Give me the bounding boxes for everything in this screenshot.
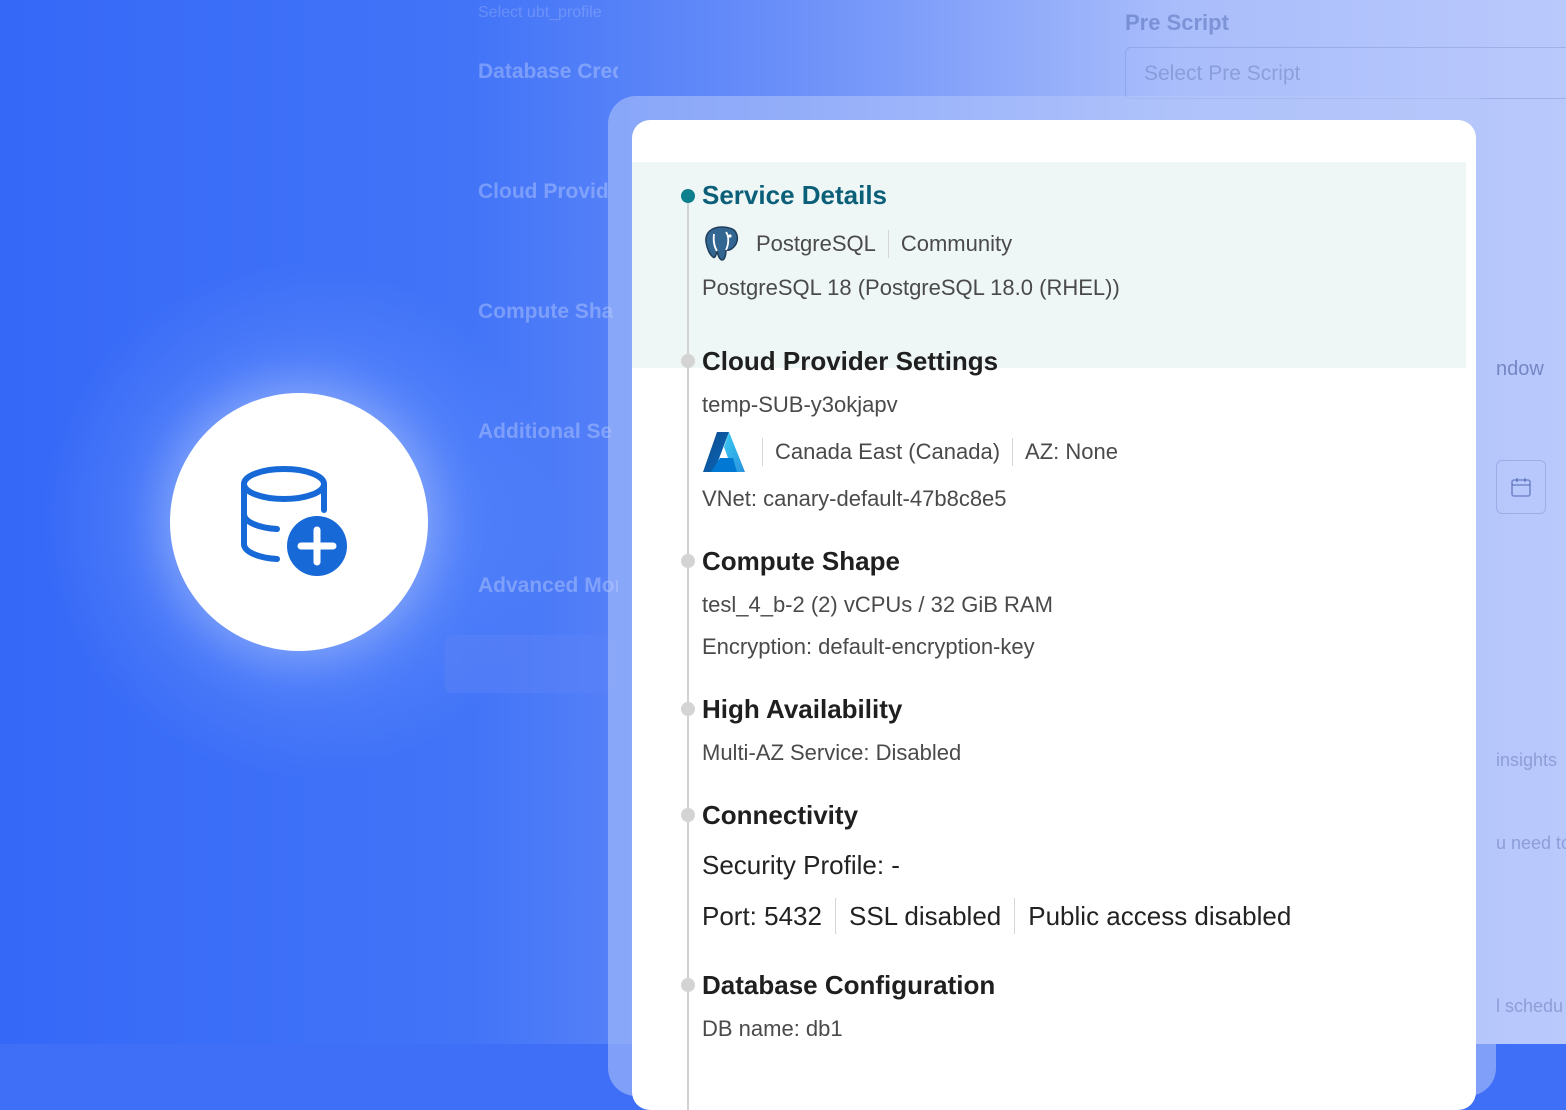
pre-script-label: Pre Script [1125,10,1229,35]
subscription: temp-SUB-y3okjapv [702,392,898,417]
divider [887,230,889,258]
connectivity-row: Port: 5432 SSL disabled Public access di… [702,896,1291,936]
ghost-heading: Advanced Moni [478,574,618,597]
ghost-heading: Compute Sha [478,300,614,323]
region: Canada East (Canada) [775,439,1001,464]
section-title: Connectivity [702,800,859,830]
ghost-heading: Database Credentials [478,60,618,83]
ghost-text: u need to [1496,833,1566,853]
azure-logo-icon [703,432,745,472]
ghost-text: l schedu [1496,996,1564,1016]
divider [834,898,836,934]
multi-az-status: Multi-AZ Service: Disabled [702,740,962,765]
availability-zone: AZ: None [1025,439,1118,464]
region-row: Canada East (Canada) AZ: None [702,430,1118,474]
ssl-status: SSL disabled [848,900,1002,931]
postgresql-logo-icon [705,226,739,261]
divider [762,438,763,466]
background-form-left: Select ubt_profile Database Credentials … [478,0,618,1044]
public-access-status: Public access disabled [1028,900,1292,931]
timeline-dot [681,978,695,992]
divider [1014,898,1016,934]
section-title: High Availability [702,694,903,724]
ghost-text: insights [1496,750,1558,770]
pre-script-select[interactable]: Select Pre Script [1125,47,1566,99]
security-profile: Security Profile: - [702,850,900,880]
engine-edition: Community [900,231,1013,256]
ghost-text: ndow [1496,358,1544,380]
section-title: Service Details [702,180,888,210]
timeline-dot [681,554,695,568]
section-title: Compute Shape [702,546,900,576]
summary-card: Service Details PostgreSQL Community Pos… [632,120,1476,1110]
timeline-dot [681,354,695,368]
timeline-dot [681,702,695,716]
section-title: Database Configuration [702,970,996,1000]
ghost-heading: Cloud Provid [478,180,609,203]
section-title: Cloud Provider Settings [702,346,999,376]
timeline-dot-active [681,189,695,203]
engine-name: PostgreSQL [756,231,876,256]
calendar-icon [1511,478,1531,497]
vnet: VNet: canary-default-47b8c8e5 [702,486,1007,511]
compute-shape: tesl_4_b-2 (2) vCPUs / 32 GiB RAM [702,592,1053,617]
database-add-badge [170,393,428,651]
engine-row: PostgreSQL Community [702,224,1012,264]
database-add-icon [241,466,347,576]
encryption: Encryption: default-encryption-key [702,634,1035,659]
ghost-button [445,635,615,693]
database-name: DB name: db1 [702,1016,843,1041]
divider [1012,438,1014,466]
ghost-heading: Additional Se [478,420,613,443]
timeline-dot [681,808,695,822]
port: Port: 5432 [702,900,822,931]
ghost-text: Select ubt_profile [478,4,602,21]
engine-version: PostgreSQL 18 (PostgreSQL 18.0 (RHEL)) [702,275,1120,300]
calendar-button[interactable] [1496,460,1546,514]
timeline-line [687,198,689,1110]
